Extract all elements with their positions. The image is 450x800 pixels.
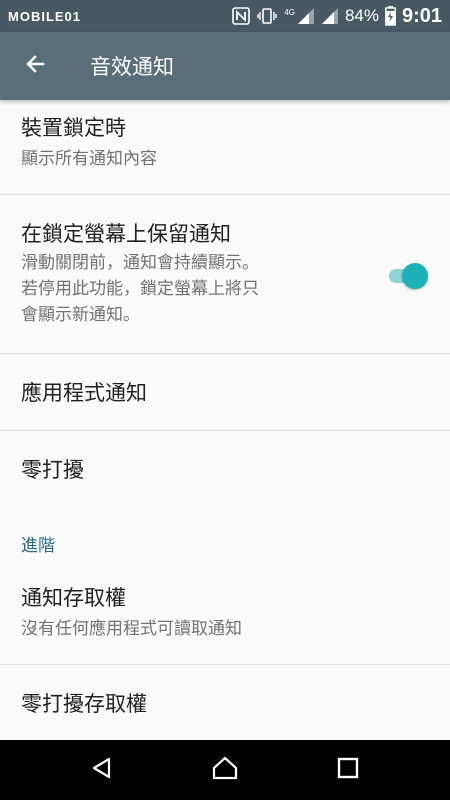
setting-summary: 顯示所有通知內容 [21, 149, 157, 169]
nav-back-button[interactable] [72, 740, 132, 800]
navigation-bar [0, 740, 450, 800]
setting-title: 通知存取權 [21, 586, 126, 610]
keep-notifications-toggle[interactable] [387, 262, 429, 290]
summary-line: 會顯示新通知。 [21, 305, 140, 325]
settings-list: 裝置鎖定時 顯示所有通知內容 在鎖定螢幕上保留通知 滑動關閉前，通知會持續顯示。… [0, 100, 450, 740]
setting-title: 零打擾存取權 [21, 692, 147, 716]
setting-title: 裝置鎖定時 [21, 116, 126, 140]
battery-percent: 84% [344, 6, 379, 25]
page-title: 音效通知 [90, 55, 174, 79]
signal-icon-2 [321, 7, 339, 25]
divider [0, 194, 450, 195]
summary-line: 若停用此功能，鎖定螢幕上將只 [21, 279, 259, 299]
clock: 9:01 [401, 4, 442, 27]
back-button[interactable] [0, 32, 70, 100]
toggle-thumb [402, 263, 428, 289]
setting-title: 應用程式通知 [21, 381, 147, 405]
setting-app-notifications[interactable]: 應用程式通知 [0, 377, 450, 407]
summary-line: 滑動關閉前，通知會持續顯示。 [21, 253, 259, 273]
setting-do-not-disturb[interactable]: 零打擾 [0, 454, 450, 484]
setting-summary: 沒有任何應用程式可讀取通知 [21, 619, 242, 639]
setting-dnd-access[interactable]: 零打擾存取權 [0, 688, 450, 718]
nav-home-button[interactable] [195, 740, 255, 800]
battery-charging-icon [385, 6, 396, 26]
divider [0, 353, 450, 354]
nav-recents-button[interactable] [318, 740, 378, 800]
section-header-advanced: 進階 [21, 536, 55, 556]
vibrate-icon [256, 7, 278, 25]
nfc-icon [232, 7, 251, 25]
setting-title: 在鎖定螢幕上保留通知 [21, 222, 231, 246]
signal-icon [297, 7, 315, 25]
watermark-logo: MOBILE01 [8, 8, 82, 24]
status-bar: MOBILE01 4G 84% 9:01 [0, 0, 450, 32]
setting-lockscreen-display[interactable]: 裝置鎖定時 顯示所有通知內容 [0, 112, 450, 172]
recents-icon [337, 757, 359, 783]
divider [0, 430, 450, 431]
setting-keep-notifications[interactable]: 在鎖定螢幕上保留通知 滑動關閉前，通知會持續顯示。 若停用此功能，鎖定螢幕上將只… [0, 218, 450, 328]
setting-summary: 滑動關閉前，通知會持續顯示。 若停用此功能，鎖定螢幕上將只 會顯示新通知。 [21, 250, 450, 328]
home-icon [212, 756, 238, 784]
setting-title: 零打擾 [21, 458, 84, 482]
setting-notification-access[interactable]: 通知存取權 沒有任何應用程式可讀取通知 [0, 582, 450, 642]
app-bar: 音效通知 [0, 32, 450, 100]
divider [0, 664, 450, 665]
status-icons: 4G 84% 9:01 [232, 5, 442, 28]
network-type-label: 4G [284, 7, 295, 17]
arrow-left-icon [23, 52, 47, 80]
back-triangle-icon [90, 756, 114, 784]
